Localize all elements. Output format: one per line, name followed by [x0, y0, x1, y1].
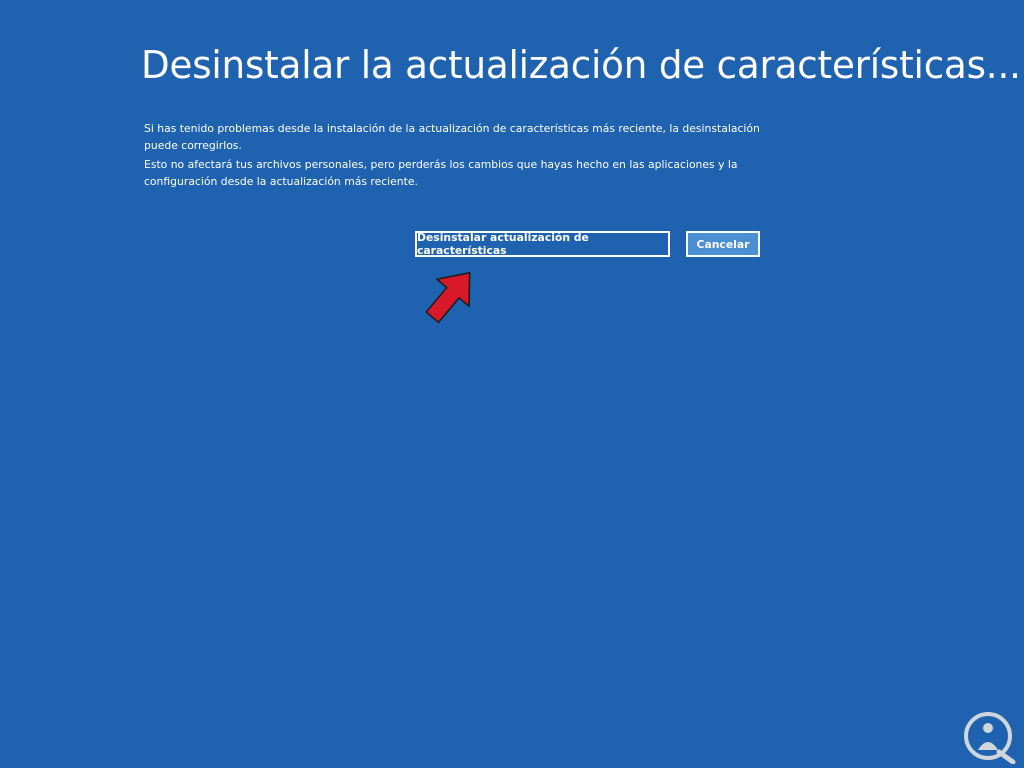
cancel-button[interactable]: Cancelar — [686, 231, 760, 257]
description: Si has tenido problemas desde la instala… — [144, 121, 764, 193]
description-line-2: Esto no afectará tus archivos personales… — [144, 158, 738, 188]
solvetic-logo-icon — [964, 712, 1016, 764]
description-line-1: Si has tenido problemas desde la instala… — [144, 122, 760, 152]
page-title: Desinstalar la actualización de caracter… — [141, 43, 1021, 87]
uninstall-update-button[interactable]: Desinstalar actualización de característ… — [415, 231, 670, 257]
red-arrow-icon — [425, 272, 471, 324]
